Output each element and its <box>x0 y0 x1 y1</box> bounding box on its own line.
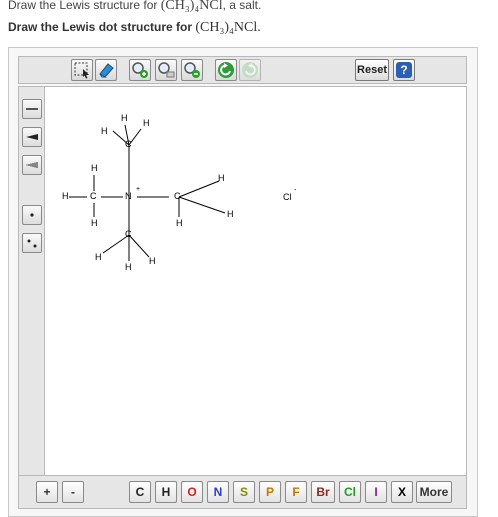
help-button[interactable]: ? <box>393 59 415 81</box>
question-line-2: Draw the Lewis dot structure for (CH₃)₄N… <box>8 20 261 36</box>
zoom-out-tool[interactable] <box>181 59 203 81</box>
nitrogen-charge: + <box>136 186 141 193</box>
magnifier-plus-icon <box>132 62 148 78</box>
element-button-s[interactable]: S <box>233 481 255 503</box>
wedge-bond-icon <box>26 134 38 140</box>
hydrogen-atom[interactable]: H <box>125 263 132 272</box>
increase-charge-button[interactable]: + <box>36 481 58 503</box>
element-button-x[interactable]: X <box>391 481 413 503</box>
hydrogen-atom[interactable]: H <box>91 219 98 228</box>
redo-icon <box>242 62 258 78</box>
hydrogen-atom[interactable]: H <box>176 219 183 228</box>
lasso-select-icon <box>74 62 89 79</box>
carbon-atom-right[interactable]: C <box>174 192 181 201</box>
question-line-1: Draw the Lewis structure for (CH₃)₄NCl, … <box>8 0 261 14</box>
carbon-atom-left[interactable]: C <box>90 192 97 201</box>
chloride-ion[interactable]: Cl <box>283 193 292 202</box>
chloride-charge: - <box>294 187 297 194</box>
dot-pair-icon <box>27 239 37 248</box>
lone-pair-tool[interactable] <box>22 233 42 253</box>
hydrogen-atom[interactable]: H <box>91 164 98 173</box>
drawing-canvas[interactable]: N + C C C C H H H H H H H H H H H H Cl - <box>45 86 467 476</box>
help-icon: ? <box>396 62 412 78</box>
more-elements-button[interactable]: More <box>416 481 452 503</box>
left-toolbar <box>18 86 45 484</box>
single-bond-tool[interactable] <box>22 99 42 119</box>
radical-tool[interactable] <box>22 205 42 225</box>
redo-tool[interactable] <box>239 59 261 81</box>
carbon-atom-bottom[interactable]: C <box>125 230 132 239</box>
decrease-charge-button[interactable]: - <box>62 481 84 503</box>
undo-tool[interactable] <box>215 59 237 81</box>
element-button-h[interactable]: H <box>155 481 177 503</box>
element-button-i[interactable]: I <box>365 481 387 503</box>
question-formula: (CH₃)₄NCl <box>160 0 223 13</box>
magnifier-icon <box>158 62 175 78</box>
hydrogen-atom[interactable]: H <box>101 127 108 136</box>
single-dot-icon <box>30 213 34 217</box>
question-text: Draw the Lewis structure for <box>8 0 158 12</box>
zoom-in-tool[interactable] <box>129 59 151 81</box>
undo-icon <box>218 62 234 78</box>
hash-bond-icon <box>26 162 38 168</box>
hydrogen-atom[interactable]: H <box>95 253 102 262</box>
structure-editor: Reset ? N + C C C C H H H H H H H H H H … <box>8 47 478 517</box>
eraser-tool[interactable] <box>95 59 117 81</box>
element-button-o[interactable]: O <box>181 481 203 503</box>
question-suffix: , a salt. <box>222 0 262 12</box>
prompt-formula: (CH₃)₄NCl. <box>195 20 261 35</box>
element-button-cl[interactable]: Cl <box>339 481 361 503</box>
wedge-bond-tool[interactable] <box>22 127 42 147</box>
element-button-p[interactable]: P <box>259 481 281 503</box>
hydrogen-atom[interactable]: H <box>143 119 150 128</box>
element-button-f[interactable]: F <box>285 481 307 503</box>
nitrogen-atom[interactable]: N <box>125 192 132 201</box>
hydrogen-atom[interactable]: H <box>218 174 225 183</box>
zoom-reset-tool[interactable] <box>155 59 177 81</box>
prompt-text: Draw the Lewis dot structure for <box>8 20 193 34</box>
hydrogen-atom[interactable]: H <box>121 114 128 123</box>
carbon-atom-top[interactable]: C <box>125 140 132 149</box>
top-toolbar: Reset ? <box>18 56 467 84</box>
hydrogen-atom[interactable]: H <box>149 257 156 266</box>
element-button-br[interactable]: Br <box>311 481 335 503</box>
hash-bond-tool[interactable] <box>22 155 42 175</box>
hydrogen-atom[interactable]: H <box>62 192 69 201</box>
hydrogen-atom[interactable]: H <box>227 210 234 219</box>
eraser-icon <box>99 63 114 78</box>
single-bond-icon <box>26 108 38 110</box>
select-lasso-tool[interactable] <box>71 59 93 81</box>
reset-button[interactable]: Reset <box>355 59 389 81</box>
molecule-bonds <box>69 124 226 261</box>
element-button-n[interactable]: N <box>207 481 229 503</box>
element-button-c[interactable]: C <box>129 481 151 503</box>
magnifier-minus-icon <box>184 62 200 78</box>
